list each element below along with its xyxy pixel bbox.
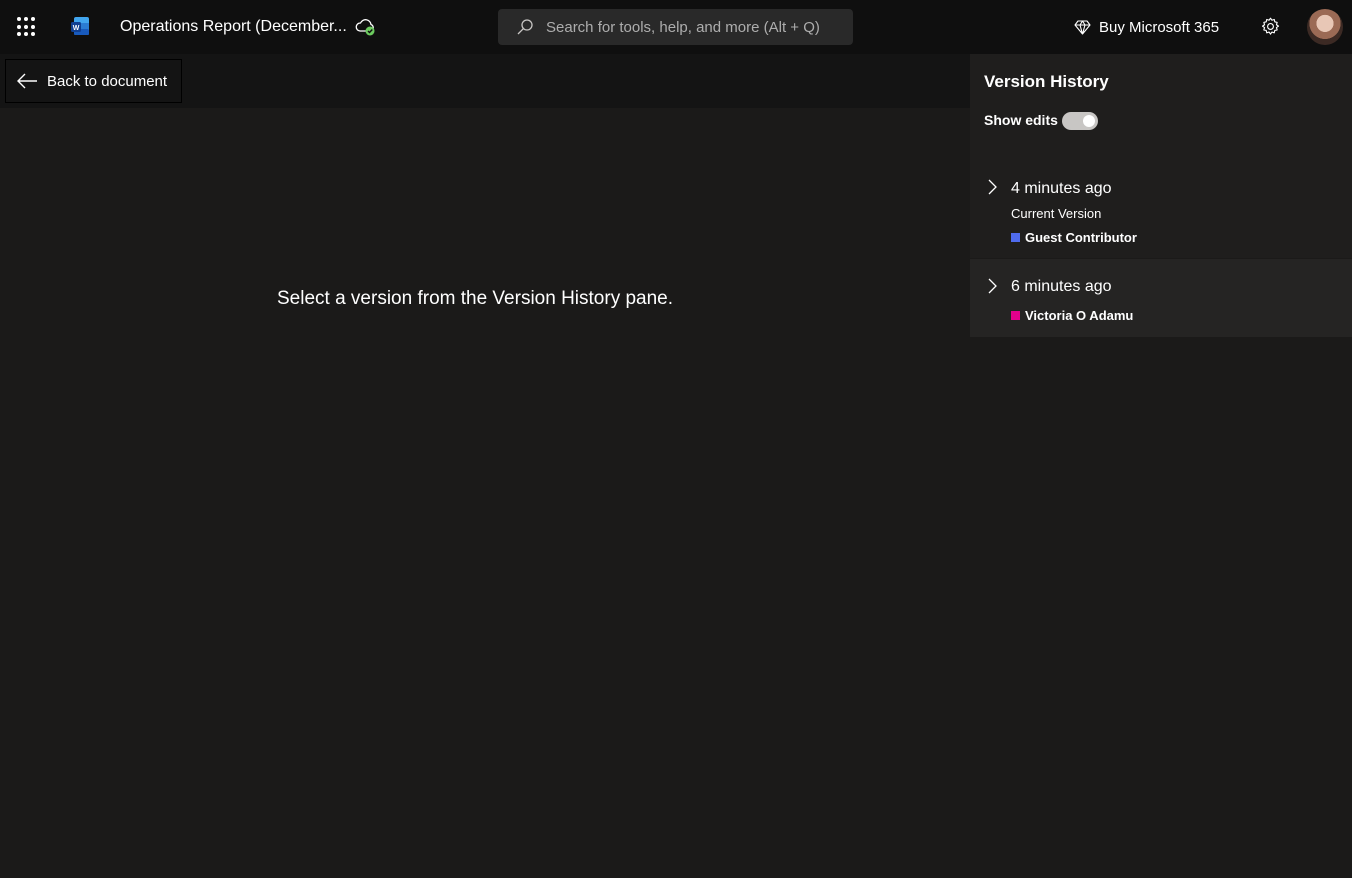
version-history-pane: Version History Show edits 4 minutes ago… bbox=[970, 54, 1352, 878]
pane-title: Version History bbox=[984, 72, 1109, 91]
search-input[interactable] bbox=[546, 9, 846, 45]
back-label: Back to document bbox=[47, 72, 168, 90]
author-color-swatch bbox=[1011, 311, 1020, 320]
back-arrow-icon bbox=[17, 73, 37, 89]
version-item[interactable]: 4 minutes ago Current Version Guest Cont… bbox=[970, 158, 1352, 258]
svg-text:W: W bbox=[73, 25, 80, 32]
empty-state-message: Select a version from the Version Histor… bbox=[277, 288, 674, 309]
waffle-icon[interactable] bbox=[17, 17, 37, 37]
buy-microsoft-365-button[interactable]: Buy Microsoft 365 bbox=[1074, 16, 1219, 38]
cloud-saved-icon[interactable] bbox=[355, 17, 377, 37]
search-box[interactable] bbox=[498, 9, 853, 45]
diamond-icon bbox=[1074, 19, 1091, 35]
author-name: Victoria O Adamu bbox=[1025, 308, 1134, 323]
version-author: Guest Contributor bbox=[1011, 230, 1137, 245]
gear-icon[interactable] bbox=[1260, 16, 1281, 37]
version-subtitle: Current Version bbox=[1011, 206, 1102, 221]
author-name: Guest Contributor bbox=[1025, 230, 1137, 245]
search-icon bbox=[517, 19, 533, 35]
version-time: 4 minutes ago bbox=[1011, 180, 1112, 197]
document-title[interactable]: Operations Report (December... bbox=[120, 18, 347, 36]
top-bar: W Operations Report (December... Buy Mic… bbox=[0, 0, 1352, 54]
toggle-knob bbox=[1083, 115, 1095, 127]
buy-label: Buy Microsoft 365 bbox=[1099, 18, 1220, 36]
pane-header: Version History Show edits bbox=[970, 54, 1352, 158]
version-author: Victoria O Adamu bbox=[1011, 308, 1133, 323]
version-time: 6 minutes ago bbox=[1011, 278, 1112, 295]
version-item[interactable]: 6 minutes ago Victoria O Adamu bbox=[970, 259, 1352, 337]
word-icon[interactable]: W bbox=[70, 16, 90, 36]
avatar[interactable] bbox=[1307, 9, 1343, 45]
show-edits-label: Show edits bbox=[984, 112, 1058, 128]
author-color-swatch bbox=[1011, 233, 1020, 242]
chevron-right-icon[interactable] bbox=[986, 178, 998, 196]
back-to-document-button[interactable]: Back to document bbox=[5, 59, 182, 103]
chevron-right-icon[interactable] bbox=[986, 277, 998, 295]
show-edits-toggle[interactable] bbox=[1062, 112, 1098, 130]
